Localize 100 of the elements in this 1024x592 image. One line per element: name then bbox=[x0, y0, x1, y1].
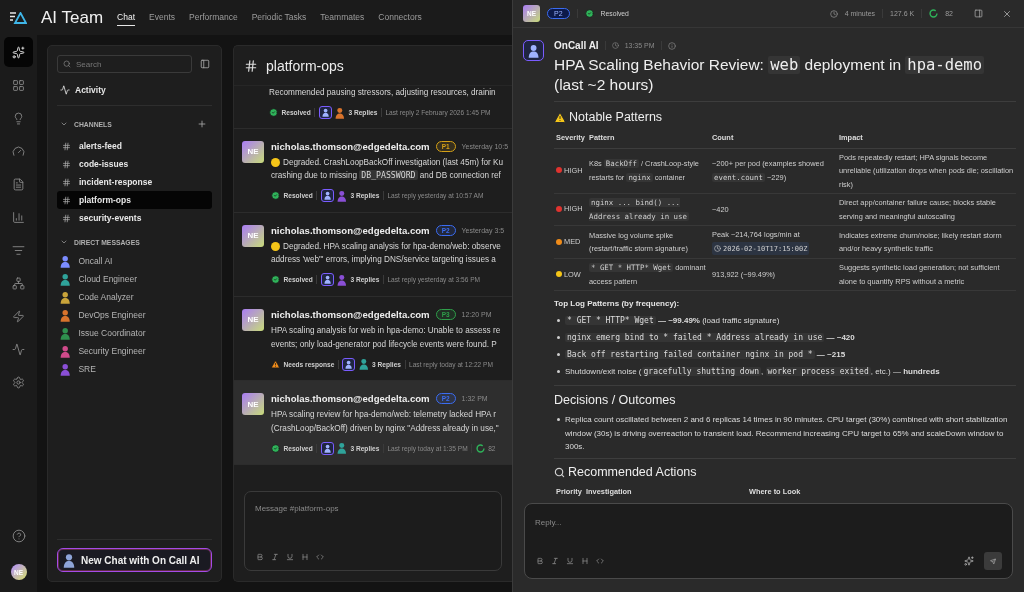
channel-item[interactable]: incident-response bbox=[57, 173, 212, 191]
panel-toggle-button[interactable] bbox=[972, 7, 985, 20]
nav-tab[interactable]: Connectors bbox=[378, 9, 422, 26]
channel-item[interactable]: platform-ops bbox=[57, 191, 212, 209]
code-button[interactable] bbox=[315, 552, 325, 562]
hash-icon bbox=[244, 58, 258, 73]
rail-button[interactable] bbox=[4, 37, 33, 67]
chevron-down-icon bbox=[60, 120, 68, 128]
warning-icon bbox=[271, 359, 280, 369]
list-item: nginx emerg bind to * failed * Address already in use — ~420 bbox=[565, 332, 855, 345]
settings-icon bbox=[12, 375, 25, 389]
italic-button[interactable] bbox=[550, 556, 560, 566]
channel-item[interactable]: security-events bbox=[57, 209, 212, 227]
gauge-icon bbox=[12, 144, 25, 158]
clock-icon bbox=[714, 244, 721, 252]
section-heading: Notable Patterns bbox=[569, 110, 663, 125]
channel-item[interactable]: code-issues bbox=[57, 155, 212, 173]
heading-button[interactable] bbox=[300, 552, 310, 562]
search-icon bbox=[63, 60, 71, 68]
code-icon bbox=[596, 557, 604, 565]
heading-icon bbox=[581, 557, 589, 565]
direct-message-item[interactable]: Issue Coordinator bbox=[57, 324, 212, 342]
hash-icon bbox=[62, 213, 71, 223]
message-text: events; only load-generator pod lifecycle events were found. P bbox=[271, 338, 497, 351]
hash-icon bbox=[62, 159, 71, 169]
send-button[interactable] bbox=[984, 552, 1002, 570]
bold-button[interactable] bbox=[535, 556, 545, 566]
hash-icon bbox=[62, 177, 71, 187]
info-icon[interactable] bbox=[667, 41, 676, 50]
code-button[interactable] bbox=[595, 556, 605, 566]
close-icon bbox=[1002, 8, 1012, 19]
person-silhouette-icon bbox=[63, 552, 75, 568]
bold-button[interactable] bbox=[255, 552, 265, 562]
nav-tab[interactable]: Chat bbox=[117, 9, 136, 26]
message-author: OnCall AI bbox=[554, 40, 599, 51]
message-text: Degraded. CrashLoopBackOff investigation (last 45m) for Ku bbox=[283, 156, 504, 169]
dashboard-icon bbox=[12, 78, 25, 92]
message-row[interactable] bbox=[234, 381, 512, 466]
bullet-dot bbox=[557, 370, 560, 374]
message-input[interactable]: Message #platform-ops bbox=[255, 502, 455, 514]
bar-chart-icon bbox=[12, 210, 25, 224]
underline-icon bbox=[286, 553, 294, 561]
chevron-down-icon bbox=[60, 238, 68, 246]
message-text: address 'web'" errors, implying DNS/service targeting issues a bbox=[271, 254, 496, 267]
direct-message-item[interactable]: SRE bbox=[57, 360, 212, 378]
code-icon bbox=[316, 553, 324, 561]
message-text: HPA scaling review for hpa-demo/web: telemetry lacked HPA r bbox=[271, 409, 496, 422]
underline-button[interactable] bbox=[285, 552, 295, 562]
score-ring-icon bbox=[475, 443, 485, 453]
message-text: crashing due to missing DB_PASSWORD and DB connection ref bbox=[271, 169, 501, 183]
message-author: nicholas.thomson@edgedelta.com bbox=[271, 224, 430, 236]
section-heading: Recommended Actions bbox=[568, 465, 697, 481]
list-item: Back off restarting failed container nginx in pod * — ~215 bbox=[565, 349, 846, 362]
direct-message-item[interactable]: Security Engineer bbox=[57, 342, 212, 360]
pulse-icon bbox=[60, 85, 70, 95]
lightning-icon bbox=[12, 309, 25, 323]
heading-icon bbox=[301, 553, 309, 561]
bullet-dot bbox=[557, 336, 560, 340]
message-author: nicholas.thomson@edgedelta.com bbox=[271, 393, 430, 405]
message-author: nicholas.thomson@edgedelta.com bbox=[271, 140, 430, 152]
bullet-dot bbox=[557, 353, 560, 357]
channel-item[interactable]: alerts-feed bbox=[57, 137, 212, 155]
search-icon bbox=[554, 467, 565, 479]
new-chat-button[interactable]: New Chat with On Call AI bbox=[57, 548, 212, 572]
heading-button[interactable] bbox=[580, 556, 590, 566]
direct-message-item[interactable]: Oncall AI bbox=[57, 252, 212, 270]
lightbulb-icon bbox=[12, 111, 25, 125]
message-text: HPA scaling analysis for web in hpa-demo: Unable to assess re bbox=[271, 324, 501, 337]
nav-tab[interactable]: Periodic Tasks bbox=[251, 9, 307, 26]
sparkle-icon bbox=[12, 45, 25, 59]
collapse-sidebar-button[interactable] bbox=[198, 57, 212, 71]
activity-link[interactable]: Activity bbox=[57, 85, 109, 95]
channel-title: platform-ops bbox=[266, 57, 344, 74]
list-heading: Top Log Patterns (by frequency): bbox=[554, 299, 681, 309]
nav-tab[interactable]: Teammates bbox=[320, 9, 365, 26]
nodes-icon bbox=[12, 276, 25, 290]
underline-button[interactable] bbox=[565, 556, 575, 566]
direct-message-item[interactable]: Cloud Engineer bbox=[57, 270, 212, 288]
message-text: Recommended pausing stressors, adjusting resources, drainin bbox=[269, 87, 496, 99]
italic-icon bbox=[551, 557, 559, 565]
reply-input[interactable]: Reply... bbox=[535, 516, 735, 528]
check-circle-icon bbox=[271, 191, 280, 201]
bullet-dot bbox=[557, 319, 560, 323]
check-circle-icon bbox=[271, 275, 280, 285]
report-title: HPA Scaling Behavior Review: web deployment in hpa-demo (last ~2 hours) bbox=[554, 55, 1016, 102]
italic-button[interactable] bbox=[270, 552, 280, 562]
app-title: AI Team bbox=[41, 7, 104, 28]
hash-icon bbox=[62, 195, 71, 205]
search-field[interactable]: Search bbox=[57, 55, 192, 73]
nav-tab[interactable]: Performance bbox=[189, 9, 238, 26]
nav-tab[interactable]: Events bbox=[149, 9, 176, 26]
bold-icon bbox=[256, 553, 264, 561]
sidebar-panel-icon bbox=[200, 59, 210, 69]
logo-icon bbox=[9, 11, 27, 24]
direct-message-item[interactable]: DevOps Engineer bbox=[57, 306, 212, 324]
clock-icon bbox=[829, 9, 838, 18]
direct-message-item[interactable]: Code Analyzer bbox=[57, 288, 212, 306]
ai-assist-button[interactable] bbox=[962, 554, 976, 568]
filter-icon bbox=[12, 243, 25, 257]
sparkle-icon bbox=[964, 556, 974, 566]
